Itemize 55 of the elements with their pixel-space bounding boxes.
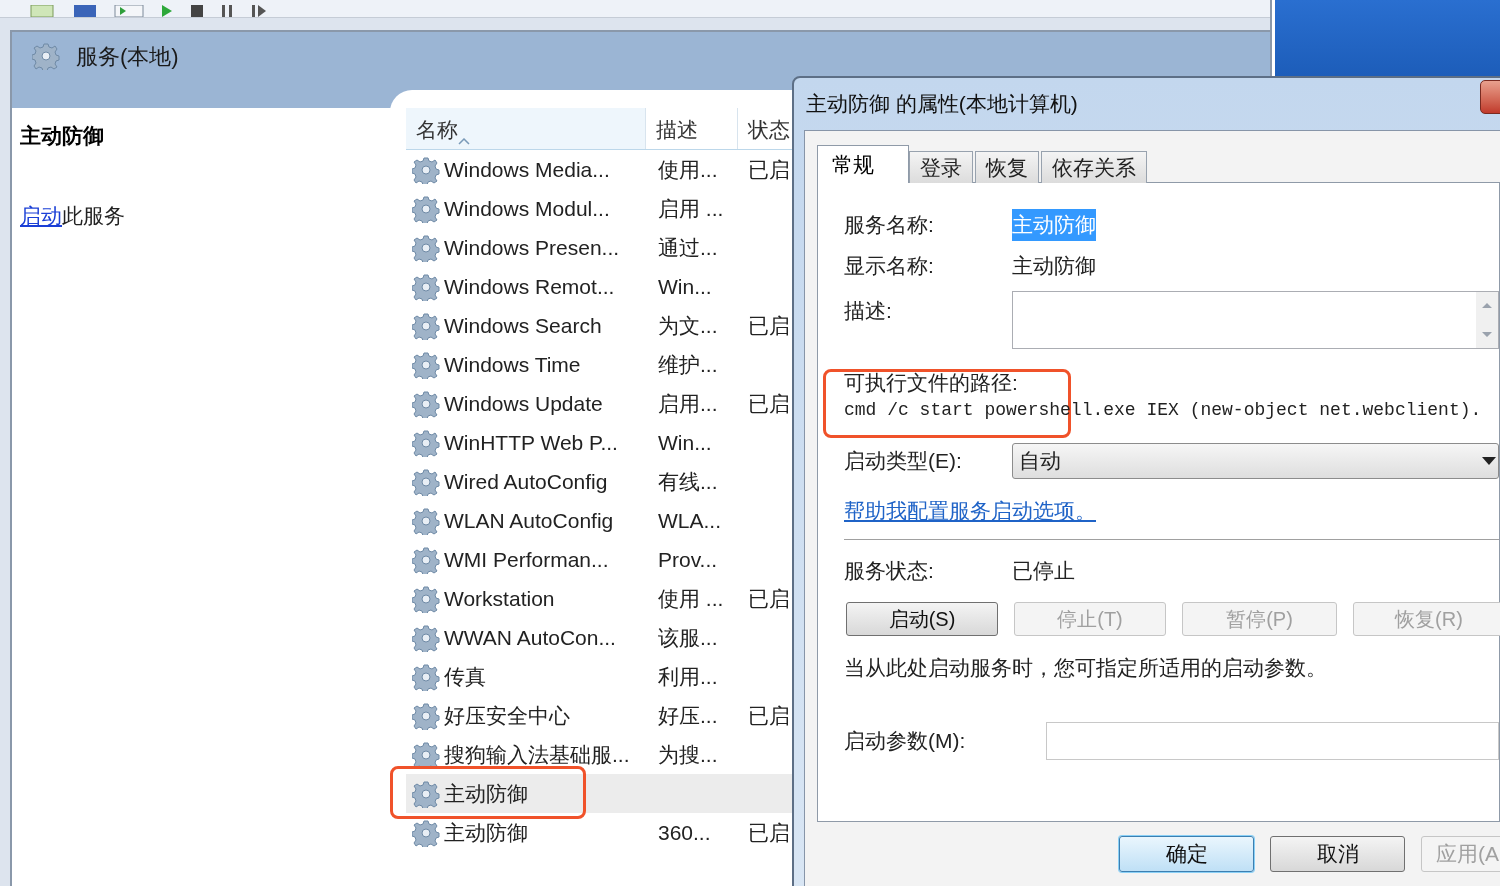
- service-description: 360...: [658, 820, 711, 844]
- path-label: 可执行文件的路径:: [844, 370, 1019, 396]
- service-name: Windows Time: [444, 351, 581, 378]
- service-name: 主动防御: [444, 780, 528, 807]
- console-title: 服务(本地): [76, 43, 179, 71]
- field-label: 描述:: [844, 298, 893, 324]
- service-name: Windows Media...: [444, 156, 610, 183]
- service-name: 主动防御: [444, 819, 528, 846]
- service-name: Workstation: [444, 585, 555, 612]
- service-status: 已启: [748, 157, 790, 181]
- action-text: 启动此服务: [20, 202, 126, 229]
- service-name: WMI Performan...: [444, 546, 609, 573]
- service-description: 使用...: [658, 157, 718, 181]
- service-description: 该服...: [658, 625, 718, 649]
- service-status: 已启: [748, 703, 790, 727]
- service-name: 搜狗输入法基础服...: [444, 741, 630, 768]
- service-status: 已启: [748, 820, 790, 844]
- service-name: WinHTTP Web P...: [444, 429, 618, 456]
- service-description: Prov...: [658, 547, 718, 571]
- service-description: 通过...: [658, 235, 718, 259]
- service-description: 使用 ...: [658, 586, 724, 610]
- service-status: 已启: [748, 391, 790, 415]
- service-description: 好压...: [658, 703, 718, 727]
- service-status-value: 已停止: [1012, 558, 1075, 585]
- service-name: Windows Modul...: [444, 195, 610, 222]
- service-description: Win...: [658, 274, 712, 298]
- field-label: 服务名称:: [844, 212, 935, 239]
- service-description: Win...: [658, 430, 712, 454]
- service-status: 已启: [748, 586, 790, 610]
- service-heading: 主动防御: [20, 123, 105, 149]
- service-name: Windows Update: [444, 390, 603, 417]
- service-description: 有线...: [658, 469, 718, 493]
- service-name: 传真: [444, 663, 486, 690]
- display-name-value: 主动防御: [1012, 253, 1096, 280]
- service-name: Windows Remot...: [444, 273, 615, 300]
- service-description: 利用...: [658, 664, 718, 688]
- field-label: 服务状态:: [844, 558, 935, 585]
- hint-text: 当从此处启动服务时，您可指定所适用的启动参数。: [844, 655, 1328, 681]
- service-name: 好压安全中心: [444, 702, 570, 729]
- service-description: 为文...: [658, 313, 718, 337]
- service-description: 启用 ...: [658, 196, 724, 220]
- service-description: 启用...: [658, 391, 718, 415]
- service-name: Windows Search: [444, 312, 602, 339]
- field-label: 启动类型(E):: [844, 448, 963, 475]
- service-description: WLA...: [658, 508, 721, 532]
- service-name: WWAN AutoCon...: [444, 624, 616, 651]
- service-description: 维护...: [658, 352, 718, 376]
- field-label: 显示名称:: [844, 253, 935, 280]
- service-status: 已启: [748, 313, 790, 337]
- service-name-value: 主动防御: [1012, 209, 1096, 241]
- service-description: 为搜...: [658, 742, 718, 766]
- service-name: Wired AutoConfig: [444, 468, 608, 495]
- service-name: WLAN AutoConfig: [444, 507, 614, 534]
- field-label: 启动参数(M):: [844, 728, 967, 755]
- service-name: Windows Presen...: [444, 234, 620, 261]
